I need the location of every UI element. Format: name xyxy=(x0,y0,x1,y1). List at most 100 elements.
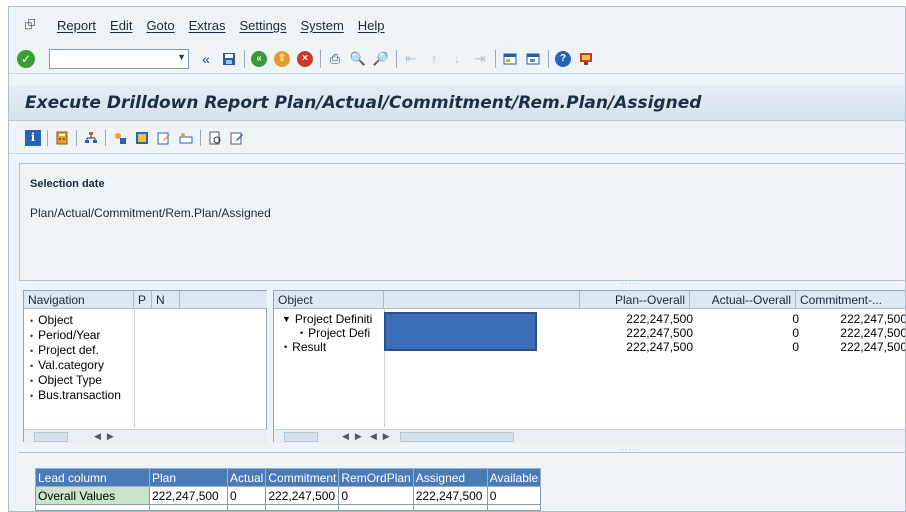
commitment-header[interactable]: Commitment xyxy=(265,468,340,487)
command-field[interactable]: ▼ xyxy=(49,48,189,69)
prev-page-icon[interactable]: ↑ xyxy=(425,50,443,68)
preview-icon[interactable] xyxy=(207,130,223,146)
commitment-cell[interactable]: 222,247,500 xyxy=(265,486,340,505)
find-next-icon[interactable]: 🔎 xyxy=(372,50,390,68)
drilldown-icon[interactable] xyxy=(112,130,128,146)
lead-column-header[interactable]: Lead column xyxy=(35,468,150,487)
scroll-right-icon[interactable]: ▶ xyxy=(355,431,362,442)
menu-settings[interactable]: Settings xyxy=(239,18,286,33)
bullet-icon: • xyxy=(284,342,288,352)
assigned-header[interactable]: Assigned xyxy=(412,468,488,487)
back-double-icon[interactable]: « xyxy=(197,50,215,68)
empty-cell xyxy=(149,504,228,511)
nav-item-object-type[interactable]: Object Type xyxy=(30,373,121,388)
actual-cell[interactable]: 0 xyxy=(226,486,267,505)
cancel-icon[interactable]: × xyxy=(296,50,314,68)
help-icon[interactable]: ? xyxy=(554,50,572,68)
chevron-down-icon[interactable]: ▼ xyxy=(177,52,186,62)
report-list-icon[interactable] xyxy=(134,130,150,146)
empty-cell xyxy=(226,504,267,511)
scroll-right-icon[interactable]: ▶ xyxy=(107,431,114,442)
first-page-icon[interactable]: ⇤ xyxy=(402,50,420,68)
nav-item-bus-transaction[interactable]: Bus.transaction xyxy=(30,388,121,403)
empty-cell xyxy=(338,504,414,511)
object-header: Object Plan--Overall Actual--Overall Com… xyxy=(274,291,905,309)
available-cell[interactable]: 0 xyxy=(486,486,542,505)
scroll-thumb[interactable] xyxy=(399,431,514,442)
selection-panel: Selection date Plan/Actual/Commitment/Re… xyxy=(19,163,905,281)
menu-help[interactable]: Help xyxy=(358,18,385,33)
nav-item-object[interactable]: Object xyxy=(30,313,121,328)
empty-cell xyxy=(265,504,340,511)
commitment-value: 222,247,500 xyxy=(840,312,906,326)
command-input[interactable] xyxy=(50,49,170,68)
menu-report[interactable]: Report xyxy=(57,18,96,33)
plan-header[interactable]: Plan xyxy=(149,468,228,487)
p-column-header[interactable]: P xyxy=(134,291,152,308)
layout-icon[interactable] xyxy=(577,50,595,68)
change-icon[interactable] xyxy=(229,130,245,146)
new-session-icon[interactable] xyxy=(501,50,519,68)
scroll-left-icon[interactable]: ◀ xyxy=(370,431,377,442)
nav-item-project-def[interactable]: Project def. xyxy=(30,343,121,358)
scroll-left-icon[interactable]: ◀ xyxy=(342,431,349,442)
n-column-header[interactable]: N xyxy=(152,291,180,308)
scroll-left-icon[interactable]: ◀ xyxy=(94,431,101,442)
lead-cell[interactable]: Overall Values xyxy=(35,486,150,505)
lead-column-area: Lead column Plan Actual Commitment RemOr… xyxy=(19,452,905,511)
scroll-right-icon[interactable]: ▶ xyxy=(383,431,390,442)
edit-icon[interactable] xyxy=(156,130,172,146)
menu-exit-icon[interactable]: ⮺ xyxy=(17,16,43,36)
exit-icon[interactable]: ⇧ xyxy=(273,50,291,68)
nav-item-val-category[interactable]: Val.category xyxy=(30,358,121,373)
remordplan-cell[interactable]: 0 xyxy=(338,486,414,505)
menu-edit[interactable]: Edit xyxy=(110,18,132,33)
navigation-column-header[interactable]: Navigation xyxy=(24,291,134,308)
print-icon[interactable]: ⎙ xyxy=(326,50,344,68)
object-column-header[interactable]: Object xyxy=(274,291,384,308)
splitter-grip-top[interactable]: ····· xyxy=(621,279,639,288)
value-display-icon[interactable] xyxy=(178,130,194,146)
available-header[interactable]: Available xyxy=(486,468,542,487)
object-row-result[interactable]: • Result xyxy=(284,340,326,354)
actual-overall-header[interactable]: Actual--Overall xyxy=(690,291,796,308)
scroll-thumb[interactable] xyxy=(34,431,68,442)
save-icon[interactable] xyxy=(220,50,238,68)
nav-item-period-year[interactable]: Period/Year xyxy=(30,328,121,343)
calculator-icon[interactable] xyxy=(54,130,70,146)
hierarchy-icon[interactable] xyxy=(83,130,99,146)
plan-value: 222,247,500 xyxy=(626,312,693,326)
commitment-header[interactable]: Commitment-... xyxy=(796,291,905,308)
shortcut-icon[interactable] xyxy=(524,50,542,68)
assigned-cell[interactable]: 222,247,500 xyxy=(412,486,488,505)
expand-triangle-icon[interactable]: ▼ xyxy=(282,314,291,324)
row-label: Project Defi xyxy=(308,326,371,340)
toolbar-separator xyxy=(200,129,201,146)
empty-object-column xyxy=(384,291,580,308)
menu-bar: ⮺ Report Edit Goto Extras Settings Syste… xyxy=(9,7,905,44)
menu-extras[interactable]: Extras xyxy=(189,18,226,33)
page-title: Execute Drilldown Report Plan/Actual/Com… xyxy=(25,92,702,113)
menu-system[interactable]: System xyxy=(300,18,343,33)
actual-header[interactable]: Actual xyxy=(226,468,267,487)
object-row-project-defi[interactable]: • Project Defi xyxy=(300,326,370,340)
object-row-project-definition[interactable]: ▼ Project Definiti xyxy=(282,312,372,326)
toolbar-separator xyxy=(396,49,397,68)
info-icon[interactable]: i xyxy=(25,129,41,146)
remordplan-header[interactable]: RemOrdPlan xyxy=(338,468,414,487)
plan-overall-header[interactable]: Plan--Overall xyxy=(580,291,690,308)
commitment-value: 222,247,500 xyxy=(840,340,906,354)
lead-table-header-row: Lead column Plan Actual Commitment RemOr… xyxy=(35,468,542,487)
enter-check-icon[interactable]: ✓ xyxy=(17,49,35,68)
next-page-icon[interactable]: ↓ xyxy=(448,50,466,68)
scroll-thumb[interactable] xyxy=(284,431,318,442)
menu-goto[interactable]: Goto xyxy=(146,18,174,33)
table-row[interactable]: Overall Values 222,247,500 0 222,247,500… xyxy=(35,486,542,505)
back-icon[interactable]: « xyxy=(250,50,268,68)
actual-value: 0 xyxy=(792,326,799,340)
plan-cell[interactable]: 222,247,500 xyxy=(149,486,228,505)
object-scrollbar[interactable]: ◀ ▶ ◀ ▶ xyxy=(274,429,905,443)
navigation-scrollbar[interactable]: ◀ ▶ xyxy=(24,429,268,443)
find-icon[interactable]: 🔍 xyxy=(349,50,367,68)
last-page-icon[interactable]: ⇥ xyxy=(471,50,489,68)
